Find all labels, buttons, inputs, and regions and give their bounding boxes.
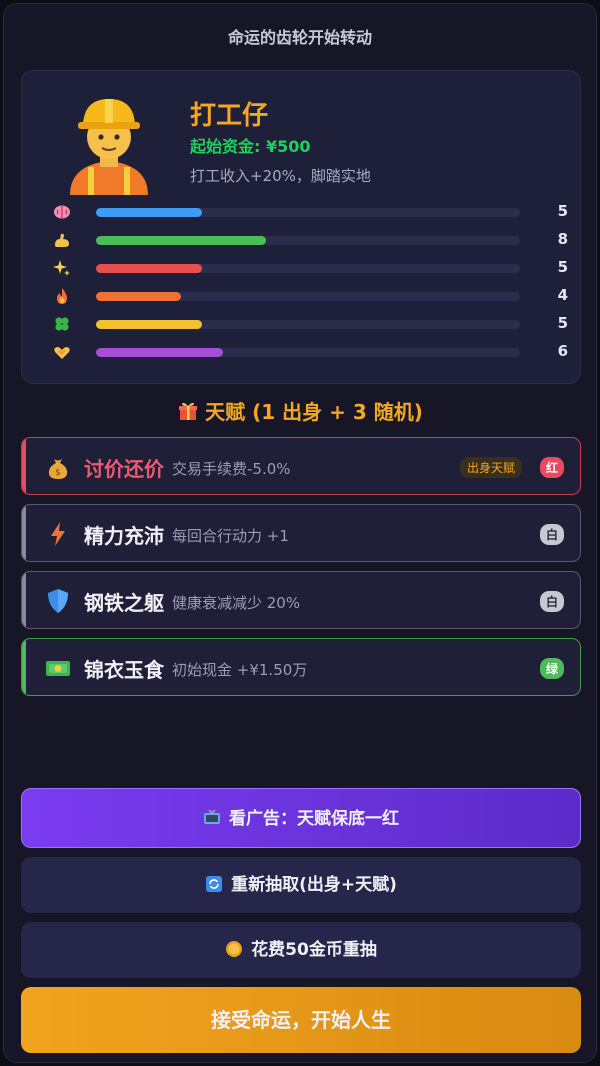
fire-icon — [57, 288, 67, 304]
coin-icon — [226, 941, 243, 957]
stat-row-strength: 8 — [52, 230, 572, 250]
stat-track — [96, 236, 520, 245]
stat-value: 6 — [557, 342, 568, 360]
redraw-button[interactable]: 重新抽取(出身+天赋) — [21, 857, 581, 913]
talent-name: 讨价还价 — [84, 457, 164, 481]
origin-talent-tag: 出身天赋 — [460, 457, 523, 478]
starting-fund: 起始资金: ¥500 — [190, 137, 311, 156]
stat-row-luck: 5 — [52, 314, 572, 334]
heart-hands-icon — [54, 347, 70, 359]
stat-fill — [96, 292, 181, 301]
stat-value: 5 — [557, 202, 568, 220]
talent-name: 锦衣玉食 — [84, 658, 164, 682]
talents-header-label: 天赋 (1 出身 + 3 随机) — [205, 400, 423, 424]
coin-redraw-label: 花费50金币重抽 — [251, 940, 377, 960]
character-description: 打工收入+20%，脚踏实地 — [190, 167, 371, 185]
game-screen: 命运的齿轮开始转动 打工仔 起始资金: ¥500 打工收入+20%，脚踏实地 5 — [3, 3, 597, 1063]
page-title: 命运的齿轮开始转动 — [227, 28, 372, 47]
stat-row-charm: 5 — [52, 258, 572, 278]
construction-worker-avatar — [70, 99, 148, 195]
stat-row-kindness: 6 — [52, 342, 572, 362]
talent-card-energetic[interactable]: 精力充沛 每回合行动力 +1 白 — [21, 504, 581, 562]
talent-card-bargain[interactable]: $ 讨价还价 交易手续费-5.0% 出身天赋 红 — [21, 437, 581, 495]
talent-rarity-bar — [22, 438, 26, 494]
svg-text:$: $ — [55, 468, 61, 478]
talent-rarity-bar — [22, 572, 26, 628]
talent-description: 交易手续费-5.0% — [172, 460, 291, 478]
stat-track — [96, 320, 520, 329]
shield-icon — [48, 589, 68, 613]
muscle-icon — [55, 233, 69, 247]
gift-icon — [179, 402, 198, 420]
redraw-label: 重新抽取(出身+天赋) — [231, 875, 397, 895]
money-bag-icon: $ — [48, 459, 68, 479]
stat-track — [96, 348, 520, 357]
stat-row-passion: 4 — [52, 286, 572, 306]
stat-value: 5 — [557, 258, 568, 276]
accept-fate-label: 接受命运，开始人生 — [211, 1008, 391, 1032]
lightning-icon — [51, 522, 65, 546]
rarity-badge: 绿 — [540, 658, 565, 679]
talent-card-iron-body[interactable]: 钢铁之躯 健康衰减减少 20% 白 — [21, 571, 581, 629]
refresh-icon — [206, 876, 223, 892]
character-card: 打工仔 起始资金: ¥500 打工收入+20%，脚踏实地 5 8 5 4 5 6 — [21, 70, 581, 384]
stat-track — [96, 264, 520, 273]
stat-value: 8 — [557, 230, 568, 248]
talent-card-luxury[interactable]: 锦衣玉食 初始现金 +¥1.50万 绿 — [21, 638, 581, 696]
talent-name: 钢铁之躯 — [84, 591, 164, 615]
stat-fill — [96, 348, 224, 357]
stat-fill — [96, 264, 202, 273]
talent-name: 精力充沛 — [84, 524, 164, 548]
stat-value: 4 — [557, 286, 568, 304]
talents-header: 天赋 (1 出身 + 3 随机) — [4, 396, 596, 425]
clover-icon — [55, 317, 69, 331]
character-name: 打工仔 — [190, 101, 269, 131]
sparkles-icon — [53, 260, 70, 276]
watch-ad-label: 看广告：天赋保底一红 — [229, 809, 399, 829]
tv-icon — [204, 809, 220, 824]
accept-fate-button[interactable]: 接受命运，开始人生 — [21, 987, 581, 1053]
watch-ad-button[interactable]: 看广告：天赋保底一红 — [21, 788, 581, 848]
stat-fill — [96, 208, 202, 217]
stat-row-intelligence: 5 — [52, 202, 572, 222]
brain-icon — [54, 205, 70, 219]
stat-track — [96, 292, 520, 301]
rarity-badge: 白 — [540, 524, 565, 545]
talent-description: 每回合行动力 +1 — [172, 527, 289, 545]
stat-fill — [96, 236, 266, 245]
talent-description: 初始现金 +¥1.50万 — [172, 661, 308, 679]
talent-rarity-bar — [22, 505, 26, 561]
banknote-icon — [46, 661, 70, 676]
stat-value: 5 — [557, 314, 568, 332]
talent-description: 健康衰减减少 20% — [172, 594, 301, 612]
coin-redraw-button[interactable]: 花费50金币重抽 — [21, 922, 581, 978]
talent-rarity-bar — [22, 639, 26, 695]
stat-track — [96, 208, 520, 217]
rarity-badge: 红 — [540, 457, 565, 478]
rarity-badge: 白 — [540, 591, 565, 612]
stat-fill — [96, 320, 202, 329]
